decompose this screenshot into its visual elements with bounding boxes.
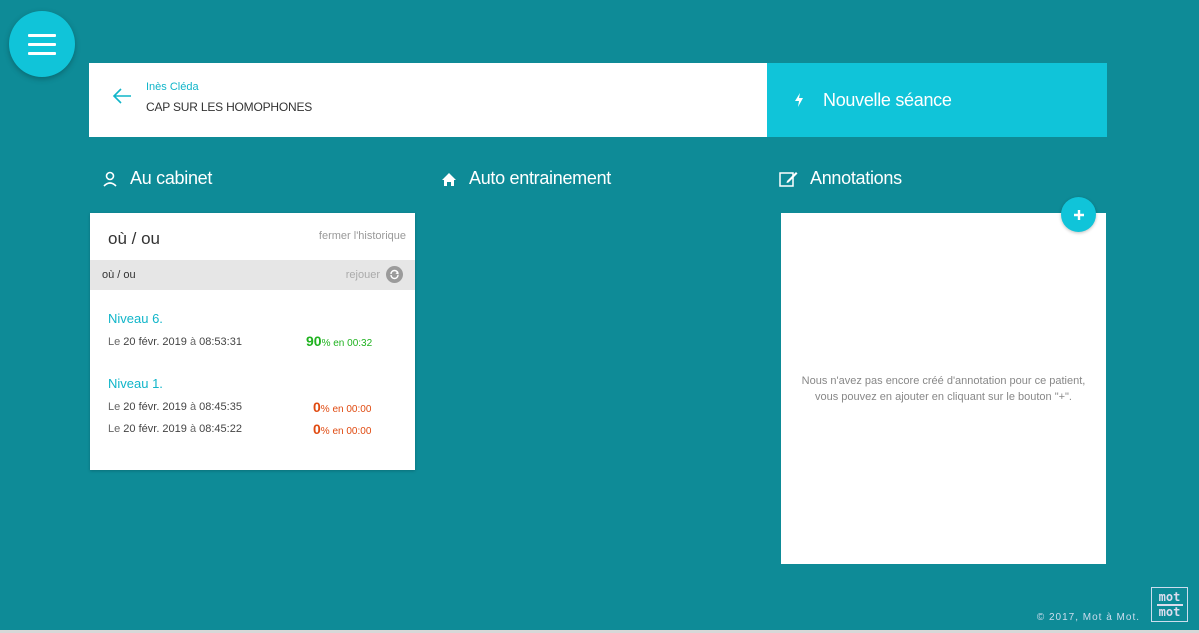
replay-icon (386, 266, 403, 283)
level-title: Niveau 1. (108, 376, 163, 391)
new-session-label: Nouvelle séance (823, 89, 952, 110)
section-title-auto: Auto entrainement (441, 168, 611, 189)
score-result: 0% en 00:00 (313, 421, 372, 437)
history-card-title: où / ou (108, 229, 160, 248)
score-result: 0% en 00:00 (313, 399, 372, 415)
annotations-panel: Nous n'avez pas encore créé d'annotation… (781, 213, 1106, 564)
section-label-auto: Auto entrainement (469, 168, 611, 188)
level-title: Niveau 6. (108, 311, 163, 326)
history-subtitle: où / ou (102, 269, 136, 281)
add-annotation-button[interactable] (1061, 197, 1096, 232)
section-title-cabinet: Au cabinet (102, 168, 212, 189)
exercise-name: CAP SUR LES HOMOPHONES (146, 100, 313, 114)
history-entry: Le 20 févr. 2019 à 08:53:31 (108, 336, 242, 348)
copyright: © 2017, Mot à Mot. (1036, 612, 1140, 623)
edit-icon (779, 172, 798, 187)
menu-button[interactable] (9, 11, 75, 77)
home-icon (442, 172, 456, 186)
new-session-button[interactable]: Nouvelle séance (767, 63, 1107, 137)
plus-icon (1073, 209, 1084, 220)
history-entry: Le 20 févr. 2019 à 08:45:35 (108, 401, 242, 413)
score-result: 90% en 00:32 (306, 333, 373, 349)
exercise-header: Inès Cléda CAP SUR LES HOMOPHONES (89, 63, 767, 137)
section-label-cabinet: Au cabinet (130, 168, 213, 188)
history-card: où / ou fermer l'historique où / ou rejo… (90, 213, 415, 470)
logo: mot mot (1151, 587, 1188, 622)
patient-name[interactable]: Inès Cléda (146, 81, 199, 93)
arrow-left-icon[interactable] (111, 85, 133, 107)
section-title-annotations: Annotations (779, 168, 902, 189)
history-card-header: où / ou fermer l'historique (90, 213, 415, 260)
close-history-link[interactable]: fermer l'historique (319, 230, 406, 242)
history-subheader: où / ou rejouer (90, 260, 415, 290)
replay-button[interactable]: rejouer (346, 266, 403, 283)
replay-label: rejouer (345, 268, 380, 281)
user-icon (103, 171, 117, 187)
hamburger-icon (28, 33, 56, 37)
annotations-empty-message: Nous n'avez pas encore créé d'annotation… (801, 375, 1086, 403)
history-entry: Le 20 févr. 2019 à 08:45:22 (108, 423, 242, 435)
lightning-icon (795, 93, 803, 107)
section-label-annotations: Annotations (810, 168, 902, 188)
